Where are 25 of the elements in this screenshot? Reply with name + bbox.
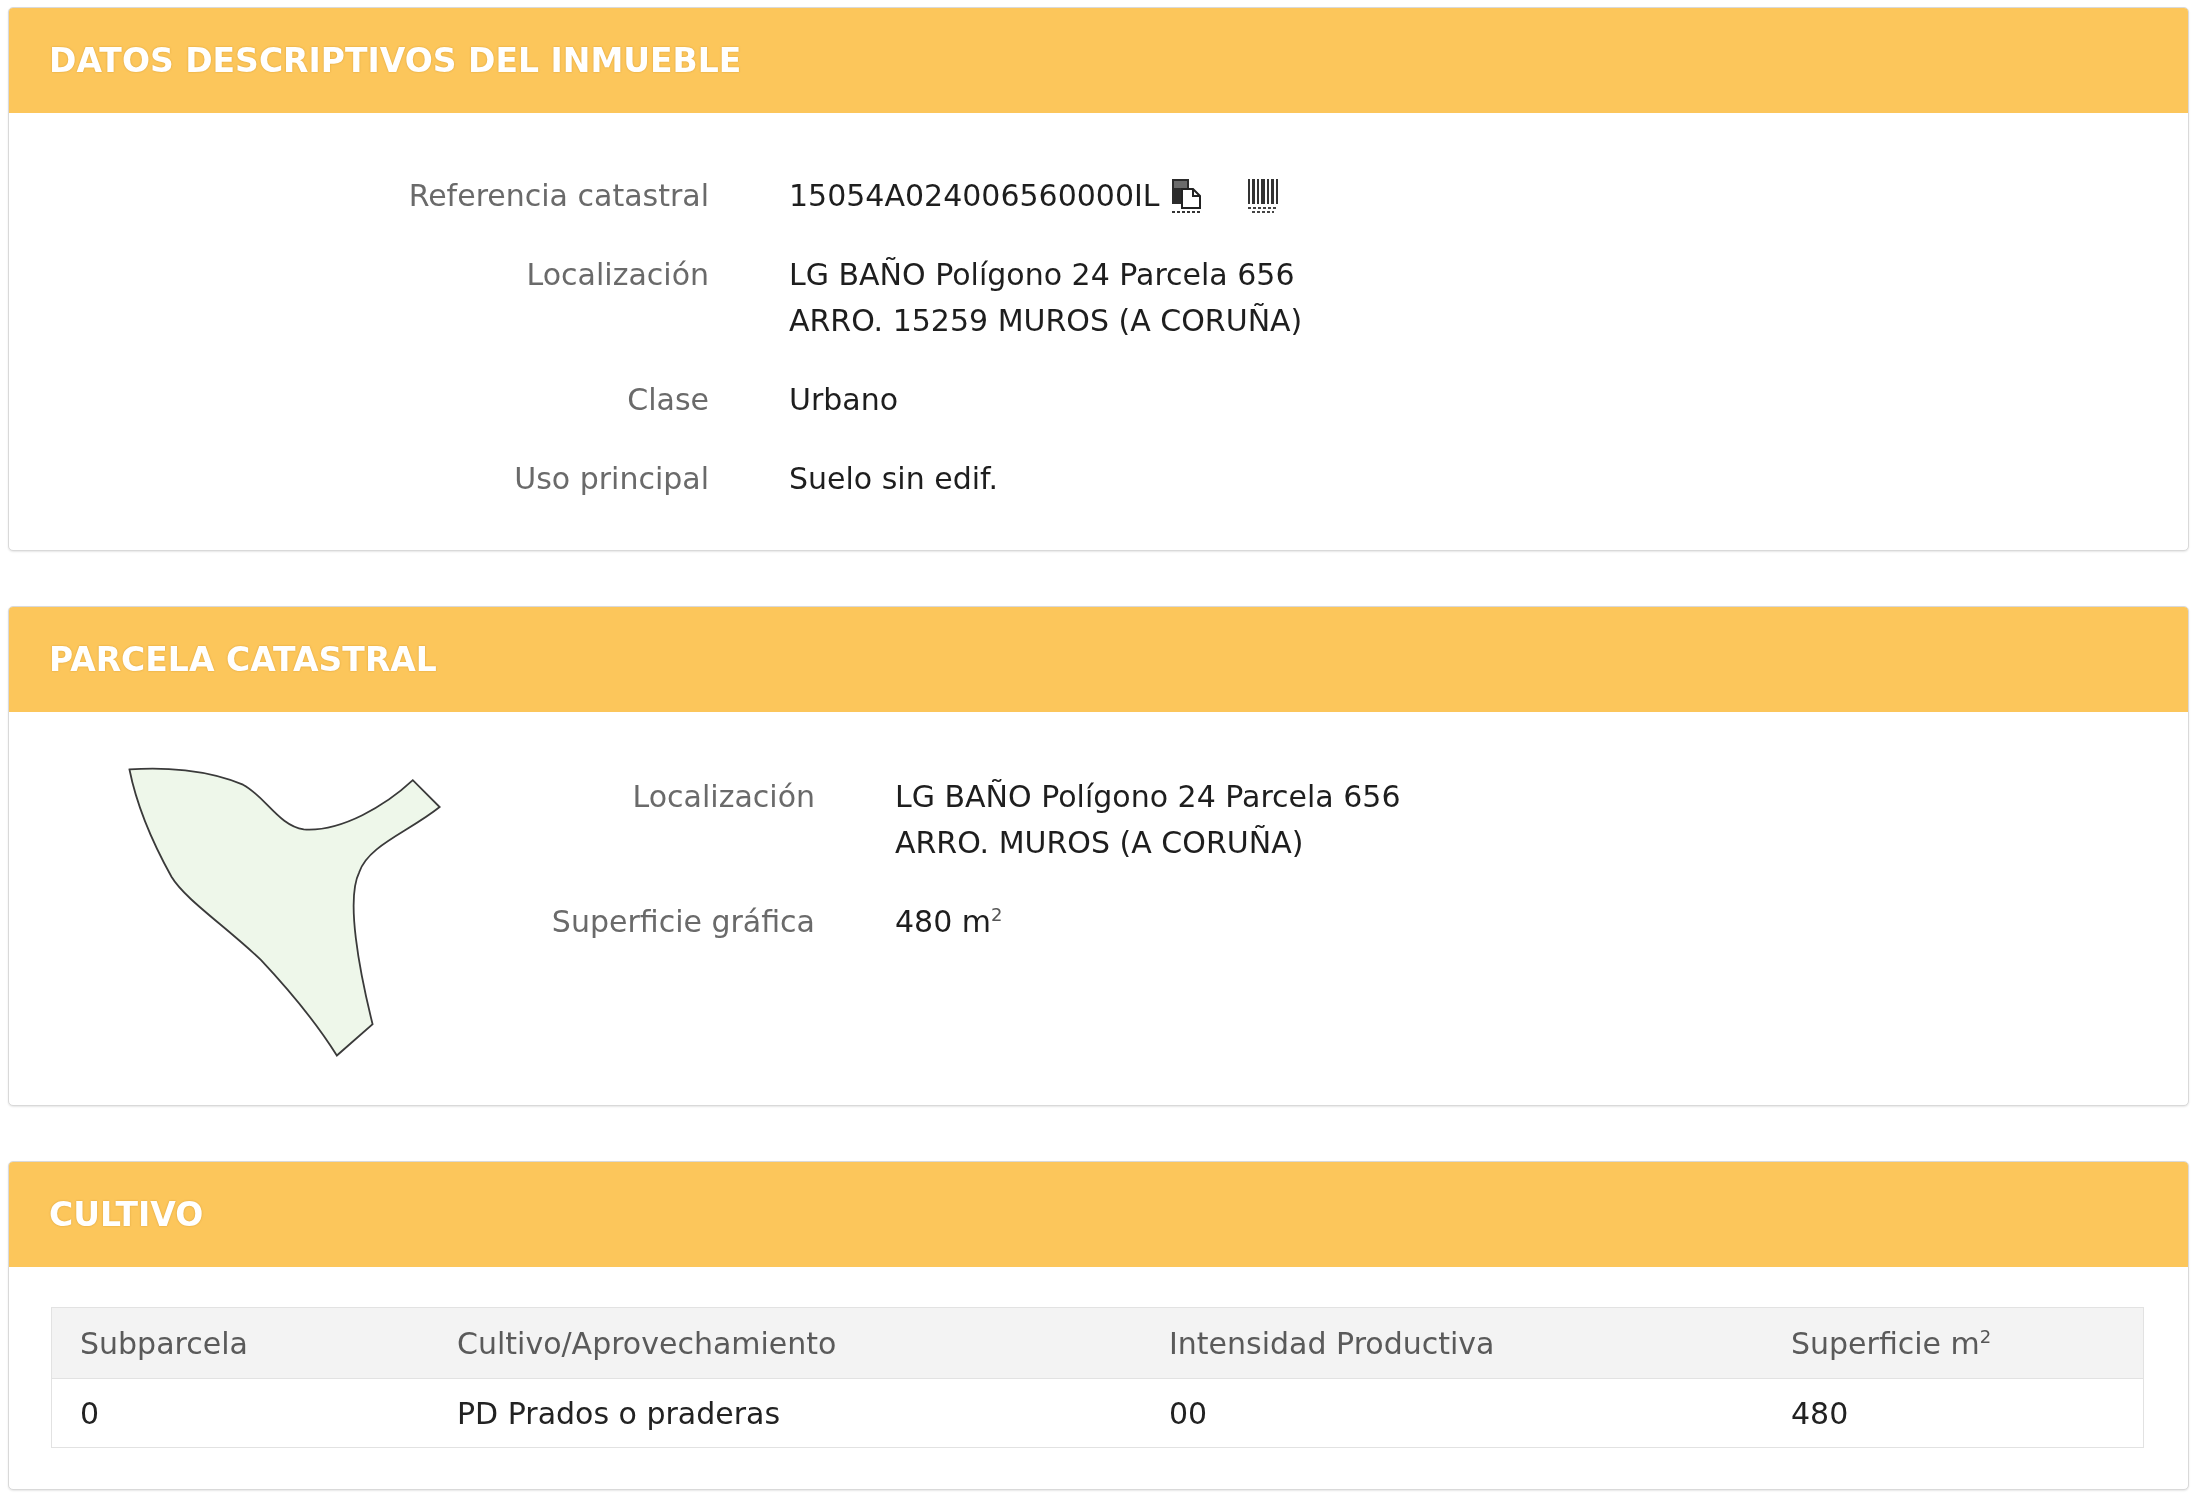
barcode-icon[interactable]: [1245, 178, 1280, 214]
field-label: Uso principal: [513, 460, 709, 498]
table-cell: 0: [51, 1378, 429, 1448]
copy-icon[interactable]: [1169, 178, 1204, 214]
table-header-cell: Cultivo/Aprovechamiento: [429, 1307, 1141, 1379]
table-cell: 480: [1763, 1378, 2144, 1448]
field-label: Clase: [626, 381, 709, 419]
table-cell: PD Prados o praderas: [429, 1378, 1141, 1448]
field-value: 15054A024006560000IL: [789, 177, 1160, 215]
field-label: Localización: [525, 256, 709, 294]
field-value: 480 m$^{2}$: [895, 903, 1004, 941]
section-header: PARCELA CATASTRAL: [9, 607, 2188, 712]
field-value: Urbano: [789, 381, 900, 419]
table-header-cell: Subparcela: [51, 1307, 429, 1379]
table-header-cell: Intensidad Productiva: [1141, 1307, 1763, 1379]
table-cell: 00: [1141, 1378, 1763, 1448]
field-value: Suelo sin edif.: [789, 460, 999, 498]
field-label: Referencia catastral: [407, 177, 709, 215]
field-value: LG BAÑO Polígono 24 Parcela 656 ARRO. 15259 MUROS (A CORUÑA): [789, 256, 1304, 340]
field-label: Superficie gráfica: [550, 903, 815, 941]
field-label: Localización: [631, 778, 815, 816]
table-header-cell: Superficie m$^{2}$: [1763, 1307, 2144, 1379]
field-value: LG BAÑO Polígono 24 Parcela 656 ARRO. MUROS (A CORUÑA): [895, 778, 1401, 862]
section-header: CULTIVO: [9, 1162, 2188, 1267]
section-header: DATOS DESCRIPTIVOS DEL INMUEBLE: [9, 8, 2188, 113]
